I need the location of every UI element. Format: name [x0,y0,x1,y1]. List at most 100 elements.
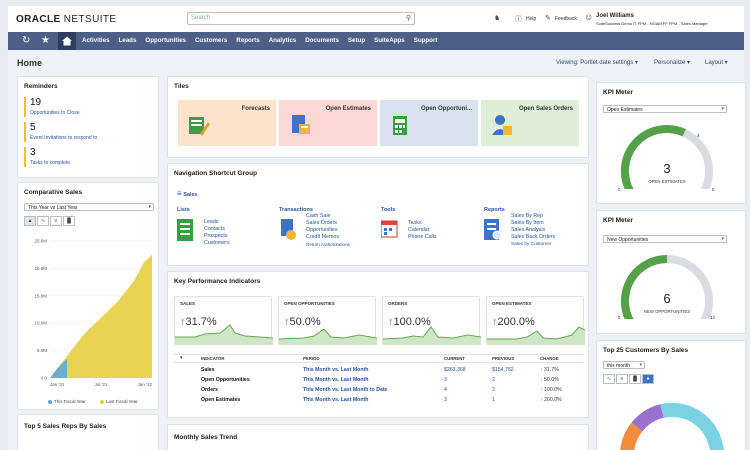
gauge-max: 5 [712,187,715,192]
link-sales-analysis[interactable]: Sales Analysis [511,227,545,234]
nav-shortcut-title: Navigation Shortcut Group [174,170,258,177]
help-icon[interactable]: ⓘ [515,14,522,24]
reports-icon [484,219,502,240]
bar-chart-icon[interactable]: ≡ [616,374,628,384]
nav-customers[interactable]: Customers [195,37,227,44]
kpi-cell-current[interactable]: 4 [444,387,447,393]
monthly-sales-title: Monthly Sales Trend [174,434,238,441]
kpi-card-open-opportunities[interactable]: OPEN OPPORTUNITIES ↑50.0% [278,296,377,345]
area-chart-icon[interactable]: ▲ [24,216,36,226]
bar-chart-icon[interactable]: ≡ [50,216,62,226]
kpi-card-orders[interactable]: ORDERS ↑100.0% [382,296,481,345]
nav-reports[interactable]: Reports [236,37,259,44]
link-customers[interactable]: Customers [204,240,230,247]
link-phone-calls[interactable]: Phone Calls [408,234,437,241]
kpi-portlet: Key Performance Indicators SALES ↑31.7% … [167,271,589,418]
nav-suiteapps[interactable]: SuiteApps [374,37,405,44]
kpi-meter-select-2[interactable]: New Opportunities ▾ [603,235,727,243]
kpi-cell-period[interactable]: This Month vs. Last Month [303,397,368,403]
kpi-cell-current[interactable]: 3 [444,397,447,403]
link-tasks[interactable]: Tasks [408,220,422,227]
layout-dropdown[interactable]: Layout ▾ [705,59,728,66]
kpi-cell-indicator: Open Opportunities [201,377,250,383]
global-search-input[interactable]: Search ⚲ [187,12,415,25]
recent-icon[interactable]: ↻ [22,35,30,46]
pie-chart-icon[interactable]: ● [642,374,654,384]
customer-donut-chart [620,403,724,450]
nav-activities[interactable]: Activities [82,37,110,44]
column-chart-icon[interactable]: █ [629,374,641,384]
x-tick-label: Jan '22 [138,382,153,387]
link-opportunities[interactable]: Opportunities [306,227,338,234]
tile-open-estimates[interactable]: Open Estimates [279,100,377,146]
link-calendar[interactable]: Calendar [408,227,430,234]
kpi-cell-previous[interactable]: 2 [492,377,495,383]
user-avatar-icon[interactable]: ☺ [584,12,593,22]
home-tab[interactable] [58,32,76,50]
tile-forecasts[interactable]: Forecasts [178,100,276,146]
recent-records-icon[interactable]: ♞ [494,14,500,22]
line-chart-icon[interactable]: ∿ [37,216,49,226]
top-customers-period-select[interactable]: this month ▾ [603,361,645,369]
link-prospects[interactable]: Prospects [204,233,228,240]
viewing-dropdown[interactable]: Viewing: Portlet date settings ▾ [556,59,638,66]
column-chart-icon[interactable]: █ [63,216,75,226]
nav-analytics[interactable]: Analytics [269,37,297,44]
kpi-card-open-estimates[interactable]: OPEN ESTIMATES ↑200.0% [486,296,585,345]
sales-menu[interactable]: ≡ Sales [177,189,198,198]
link-cash-sale[interactable]: Cash Sale [306,213,330,220]
nav-leads[interactable]: Leads [119,37,137,44]
user-menu[interactable]: Joel Williams SuiteSuccess Demo IT FPM -… [596,13,708,28]
nav-documents[interactable]: Documents [305,37,339,44]
link-sales-back-orders[interactable]: Sales Back Orders [511,234,555,241]
link-contacts[interactable]: Contacts [204,226,225,233]
nsg-tools: Tools Tasks Calendar Phone Calls [381,207,437,240]
y-tick-label: 10.0M [34,321,47,326]
kpi-meter-title: KPI Meter [603,217,633,224]
search-icon[interactable]: ⚲ [406,14,411,22]
kpi-cell-previous[interactable]: 2 [492,387,495,393]
kpi-cell-previous[interactable]: 1 [492,397,495,403]
nav-support[interactable]: Support [414,37,438,44]
comparative-period-select[interactable]: This Year vs Last Year ▾ [24,203,154,211]
link-sales-by-rep[interactable]: Sales By Rep [511,213,543,220]
kpi-table-header [174,354,584,363]
tile-open-opportunities[interactable]: Open Opportuni... [380,100,478,146]
kpi-cell-period[interactable]: This Month vs. Last Month [303,367,368,373]
kpi-cell-period[interactable]: This Month vs. Last Month to Date [303,387,387,393]
collapse-icon[interactable]: ▾ [180,355,183,361]
link-return-authorizations[interactable]: Return Authorizations [306,241,350,248]
col-change: CHANGE [540,356,559,361]
kpi-sparkline [487,326,585,345]
netsuite-logo[interactable]: ORACLE NETSUITE [16,14,116,25]
feedback-icon[interactable]: ✎ [545,14,551,22]
transactions-icon [281,219,296,240]
help-link[interactable]: Help [526,16,536,22]
kpi-cell-period[interactable]: This Month vs. Last Month [303,377,368,383]
star-icon[interactable]: ★ [41,35,50,46]
kpi-sparkline [279,328,377,345]
kpi-cell-current[interactable]: 3 [444,377,447,383]
kpi-meter-select-1[interactable]: Open Estimates ▾ [603,105,727,113]
link-credit-memos[interactable]: Credit Memos [306,234,339,241]
nav-shortcut-portlet: Navigation Shortcut Group ≡ Sales Lists … [167,163,589,266]
nav-opportunities[interactable]: Opportunities [145,37,186,44]
link-sales-orders[interactable]: Sales Orders [306,220,337,227]
legend-last-year[interactable]: Last Fiscal Year [100,399,138,404]
kpi-cell-current[interactable]: $263,368 [444,367,466,373]
top-reps-title: Top 5 Sales Reps By Sales [24,423,107,430]
link-leads[interactable]: Leads [204,219,218,226]
tile-open-sales-orders[interactable]: Open Sales Orders [481,100,579,146]
home-icon [62,36,72,46]
legend-this-year[interactable]: This Fiscal Year [48,399,86,404]
feedback-link[interactable]: Feedback [555,16,577,22]
forecast-icon [189,117,210,136]
link-sales-by-item[interactable]: Sales By Item [511,220,544,227]
area-chart-icon[interactable]: ∿ [603,374,615,384]
kpi-cell-previous[interactable]: $154,782 [492,367,514,373]
nav-setup[interactable]: Setup [348,37,365,44]
kpi-card-sales[interactable]: SALES ↑31.7% [174,296,273,345]
personalize-dropdown[interactable]: Personalize ▾ [654,59,690,66]
link-sales-by-customer[interactable]: Sales by Customer [511,241,552,248]
col-previous: PREVIOUS [492,356,515,361]
